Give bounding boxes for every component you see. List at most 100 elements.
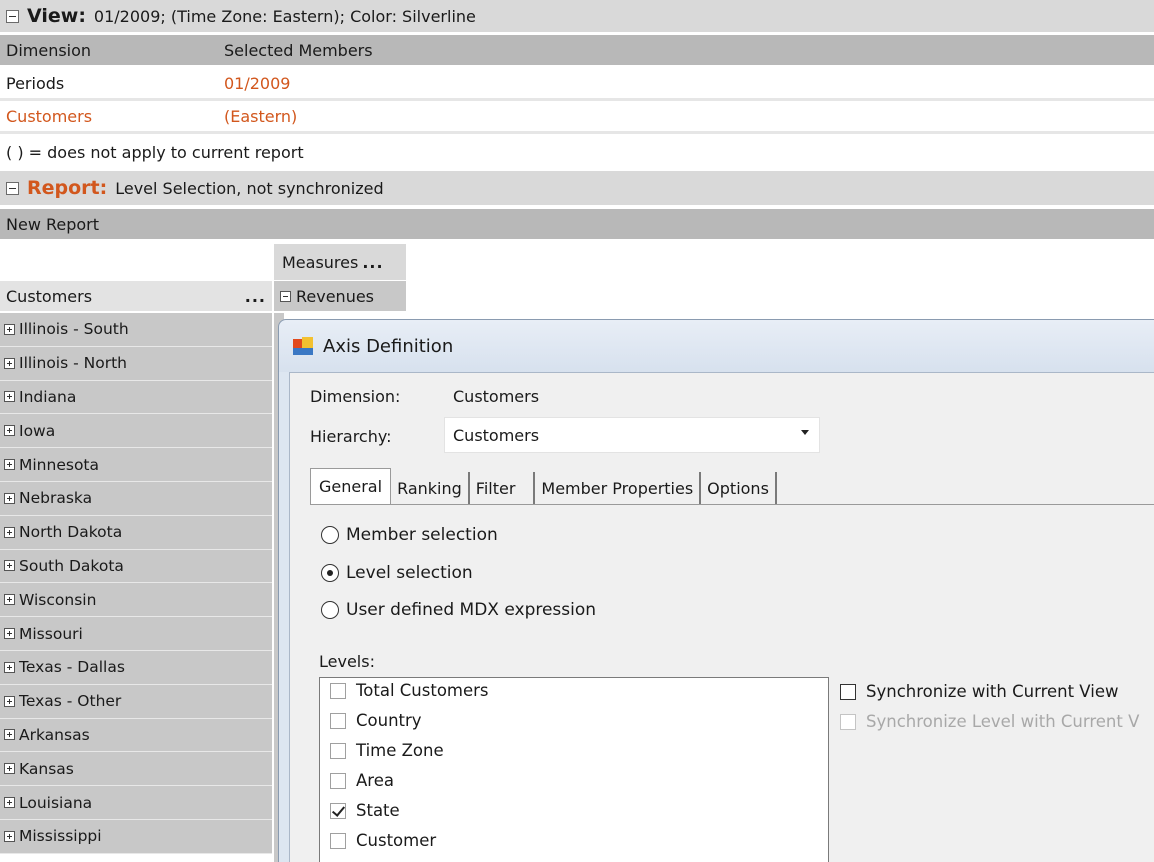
member-row[interactable]: Minnesota [0, 448, 272, 482]
tab-panel-border [310, 504, 1154, 505]
member-label: Indiana [19, 387, 77, 406]
member-selection-radio[interactable]: Member selection [321, 525, 498, 545]
member-row[interactable]: North Dakota [0, 515, 272, 550]
report-section-header[interactable]: Report: Level Selection, not synchronize… [0, 171, 1154, 205]
level-label: Country [356, 711, 422, 730]
radio-button[interactable] [321, 601, 339, 619]
member-row[interactable]: Wisconsin [0, 583, 272, 618]
expand-icon[interactable] [4, 323, 15, 335]
level-item-total-customers[interactable]: Total Customers [330, 681, 489, 700]
customers-header[interactable]: Customers ... [0, 281, 272, 311]
member-label: Kansas [19, 759, 74, 778]
member-row[interactable]: Nebraska [0, 481, 272, 516]
view-summary: 01/2009; (Time Zone: Eastern); Color: Si… [93, 6, 476, 26]
checkbox[interactable] [330, 712, 346, 729]
expand-icon[interactable] [4, 628, 15, 640]
expand-icon[interactable] [4, 526, 15, 538]
member-row[interactable]: Missouri [0, 617, 272, 651]
member-row[interactable]: Kansas [0, 752, 272, 787]
expand-icon[interactable] [4, 830, 15, 842]
expand-icon[interactable] [4, 661, 15, 673]
expand-icon[interactable] [4, 492, 15, 504]
tab-filter[interactable]: Filter [469, 472, 536, 504]
dimension-value: Customers [453, 387, 540, 406]
member-label: Illinois - South [19, 320, 129, 339]
radio-button-selected[interactable] [321, 564, 339, 582]
radio-label: Level selection [346, 563, 473, 583]
mdx-expression-radio[interactable]: User defined MDX expression [321, 600, 596, 620]
member-row[interactable]: Arkansas [0, 718, 272, 753]
app-icon [293, 337, 313, 355]
member-label: Iowa [19, 421, 56, 440]
dimension-row-periods[interactable]: Periods 01/2009 [0, 68, 1154, 98]
level-item-state[interactable]: State [330, 801, 400, 820]
member-row[interactable]: Mississippi [0, 819, 272, 854]
dialog-titlebar[interactable]: Axis Definition [279, 320, 1154, 372]
checkbox[interactable] [330, 832, 346, 849]
member-row[interactable]: Texas - Dallas [0, 650, 272, 685]
tab-member-properties[interactable]: Member Properties [535, 472, 702, 504]
level-item-time-zone[interactable]: Time Zone [330, 741, 444, 760]
expand-icon[interactable] [4, 729, 15, 741]
measures-header[interactable]: Measures ... [274, 244, 406, 280]
expand-icon[interactable] [4, 560, 15, 572]
dimension-row-customers[interactable]: Customers (Eastern) [0, 101, 1154, 131]
collapse-report-icon[interactable] [6, 181, 19, 195]
sync-level-option: Synchronize Level with Current V [840, 712, 1139, 731]
checkbox[interactable] [840, 683, 856, 700]
checkbox-checked[interactable] [330, 802, 346, 819]
checkbox[interactable] [330, 742, 346, 759]
expand-icon[interactable] [4, 594, 15, 606]
view-section-header[interactable]: View: 01/2009; (Time Zone: Eastern); Col… [0, 0, 1154, 32]
member-row[interactable]: Indiana [0, 380, 272, 415]
level-item-customer[interactable]: Customer [330, 831, 436, 850]
collapse-view-icon[interactable] [6, 9, 19, 23]
level-selection-radio[interactable]: Level selection [321, 563, 473, 583]
expand-icon[interactable] [4, 763, 15, 775]
hierarchy-dropdown[interactable]: Customers [444, 417, 820, 453]
checkbox[interactable] [330, 772, 346, 789]
level-item-country[interactable]: Country [330, 711, 422, 730]
member-label: South Dakota [19, 556, 124, 575]
expand-icon[interactable] [4, 797, 15, 809]
tab-general[interactable]: General [310, 468, 392, 504]
expand-icon[interactable] [4, 391, 15, 403]
member-row[interactable]: South Dakota [0, 549, 272, 584]
checkbox[interactable] [330, 682, 346, 699]
dimension-name: Periods [6, 73, 65, 93]
member-label: Missouri [19, 624, 83, 643]
member-row[interactable]: Iowa [0, 414, 272, 449]
member-row[interactable]: Illinois - North [0, 346, 272, 381]
dimension-table-header: Dimension Selected Members [0, 35, 1154, 65]
measures-options-button[interactable]: ... [362, 253, 383, 272]
collapse-revenues-icon[interactable] [280, 290, 291, 302]
expand-icon[interactable] [4, 459, 15, 471]
customers-label: Customers [6, 286, 93, 306]
dimension-name[interactable]: Customers [6, 107, 92, 126]
expand-icon[interactable] [4, 425, 15, 437]
levels-label: Levels: [319, 652, 375, 671]
revenues-header[interactable]: Revenues [274, 281, 406, 311]
tab-options[interactable]: Options [701, 472, 777, 504]
member-label: Texas - Other [19, 692, 122, 711]
level-item-area[interactable]: Area [330, 771, 394, 790]
selected-members-link[interactable]: 01/2009 [224, 74, 290, 93]
member-row[interactable]: Texas - Other [0, 684, 272, 719]
report-title: Report: [27, 177, 108, 199]
selected-members-link[interactable]: (Eastern) [224, 107, 297, 126]
customers-options-button[interactable]: ... [245, 287, 266, 306]
sync-level-label: Synchronize Level with Current V [866, 712, 1140, 731]
level-label: State [356, 801, 400, 820]
member-row[interactable]: Louisiana [0, 786, 272, 820]
expand-icon[interactable] [4, 357, 15, 369]
chevron-down-icon[interactable] [801, 430, 809, 435]
customer-member-list: Illinois - South Illinois - North Indian… [0, 313, 272, 854]
sync-with-view-option[interactable]: Synchronize with Current View [840, 682, 1118, 701]
member-label: Louisiana [19, 793, 93, 812]
expand-icon[interactable] [4, 695, 15, 707]
radio-button[interactable] [321, 526, 339, 544]
tab-ranking[interactable]: Ranking [391, 472, 470, 504]
report-summary: Level Selection, not synchronized [115, 178, 384, 198]
checkbox-disabled [840, 713, 856, 730]
member-row[interactable]: Illinois - South [0, 313, 272, 347]
